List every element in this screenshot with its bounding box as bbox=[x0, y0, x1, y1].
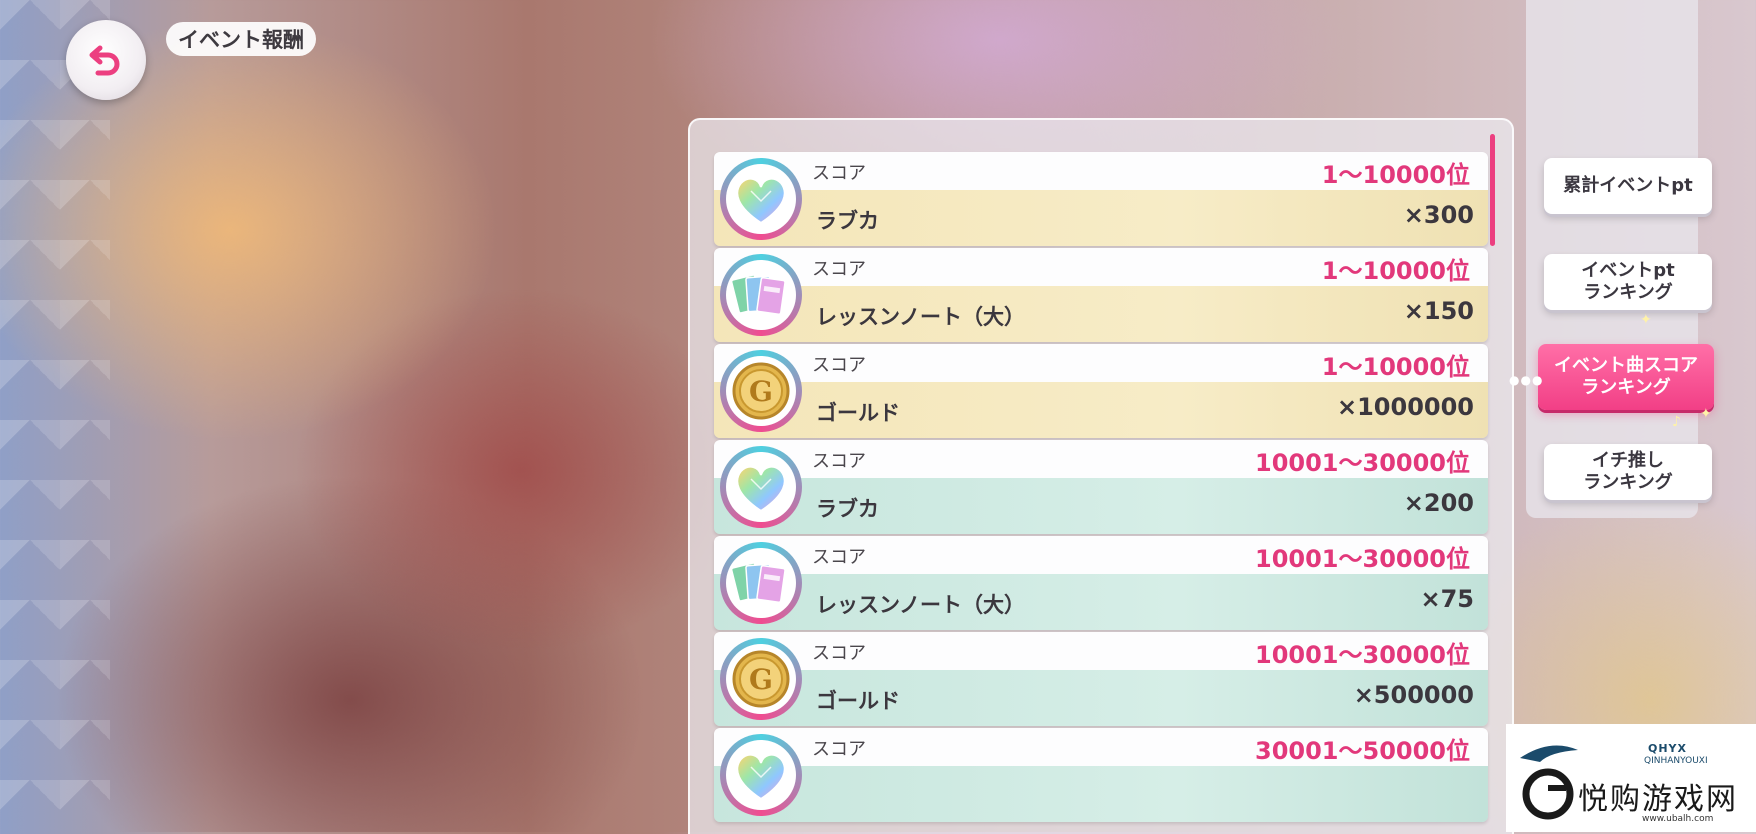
reward-rank-range: 30001～50000位 bbox=[1255, 737, 1470, 765]
reward-item-name: ラブカ bbox=[816, 209, 879, 233]
reward-item-name: レッスンノート（大） bbox=[816, 305, 1025, 329]
svg-text:G: G bbox=[749, 663, 773, 696]
watermark-sub: QINHANYOUXI bbox=[1644, 756, 1708, 766]
sparkle-icon: ✦ bbox=[1640, 312, 1652, 328]
watermark-chinese: 悦购游戏网 bbox=[1578, 782, 1738, 817]
reward-quantity: ×300 bbox=[1403, 201, 1474, 229]
page-title: イベント報酬 bbox=[166, 22, 316, 56]
tab-event-pt-ranking[interactable]: イベントpt ランキング bbox=[1544, 254, 1712, 310]
tab-label: ランキング bbox=[1581, 377, 1671, 398]
back-button[interactable] bbox=[66, 20, 146, 100]
gold-coin-icon: G bbox=[720, 638, 802, 720]
list-scrollbar[interactable] bbox=[1490, 134, 1495, 246]
tab-label: イベントpt bbox=[1581, 260, 1675, 282]
reward-rank-range: 1～10000位 bbox=[1321, 161, 1470, 189]
reward-quantity: ×200 bbox=[1403, 489, 1474, 517]
gold-coin-icon: G bbox=[720, 350, 802, 432]
reward-row[interactable]: G スコア 1～10000位ゴールド ×1000000 bbox=[714, 344, 1488, 438]
tab-label: イチ推し bbox=[1592, 450, 1664, 472]
dragon-logo-icon bbox=[1520, 745, 1578, 820]
tab-oshi-ranking[interactable]: イチ推し ランキング bbox=[1544, 444, 1712, 500]
reward-category: スコア bbox=[812, 739, 866, 760]
reward-row[interactable]: スコア 10001～30000位レッスンノート（大） ×75 bbox=[714, 536, 1488, 630]
reward-quantity: ×150 bbox=[1403, 297, 1474, 325]
tab-label: ランキング bbox=[1583, 282, 1673, 303]
tab-label: ランキング bbox=[1583, 472, 1673, 493]
reward-rank-range: 10001～30000位 bbox=[1255, 641, 1470, 669]
watermark-logo: QHYX QINHANYOUXI 悦购游戏网 www.ubalh.com bbox=[1506, 724, 1756, 832]
tab-cumulative-event-pt[interactable]: 累計イベントpt bbox=[1544, 158, 1712, 214]
lesson-note-icon bbox=[720, 542, 802, 624]
tab-label: イベント曲スコア bbox=[1554, 355, 1698, 377]
reward-item-name: ゴールド bbox=[816, 401, 900, 425]
reward-row[interactable]: スコア 1～10000位ラブカ ×300 bbox=[714, 152, 1488, 246]
tab-label: 累計イベントpt bbox=[1563, 175, 1693, 197]
reward-item-name: ゴールド bbox=[816, 689, 900, 713]
sparkle-icon: ✦ bbox=[1700, 406, 1712, 422]
reward-category: スコア bbox=[812, 355, 866, 376]
active-tab-indicator-icon: ●●● bbox=[1509, 373, 1544, 387]
heart-gem-icon bbox=[720, 446, 802, 528]
reward-rank-range: 1～10000位 bbox=[1321, 257, 1470, 285]
heart-gem-icon bbox=[720, 158, 802, 240]
reward-category: スコア bbox=[812, 163, 866, 184]
watermark-latin: QHYX bbox=[1648, 742, 1688, 755]
reward-quantity: ×1000000 bbox=[1336, 393, 1474, 421]
reward-category: スコア bbox=[812, 547, 866, 568]
back-arrow-icon bbox=[89, 45, 120, 76]
reward-rank-range: 1～10000位 bbox=[1321, 353, 1470, 381]
reward-row[interactable]: スコア 30001～50000位 bbox=[714, 728, 1488, 822]
tab-event-song-score-ranking[interactable]: イベント曲スコア ランキング bbox=[1538, 344, 1714, 410]
reward-category: スコア bbox=[812, 643, 866, 664]
sparkle-icon: ♪ bbox=[1672, 414, 1681, 430]
reward-row[interactable]: スコア 10001～30000位ラブカ ×200 bbox=[714, 440, 1488, 534]
reward-category: スコア bbox=[812, 451, 866, 472]
reward-rank-range: 10001～30000位 bbox=[1255, 545, 1470, 573]
reward-rank-range: 10001～30000位 bbox=[1255, 449, 1470, 477]
background-pattern bbox=[0, 0, 110, 832]
reward-item-name: ラブカ bbox=[816, 497, 879, 521]
lesson-note-icon bbox=[720, 254, 802, 336]
row-item-band bbox=[714, 766, 1488, 822]
reward-quantity: ×75 bbox=[1420, 585, 1474, 613]
reward-row[interactable]: スコア 1～10000位レッスンノート（大） ×150 bbox=[714, 248, 1488, 342]
heart-gem-icon bbox=[720, 734, 802, 816]
svg-text:G: G bbox=[749, 375, 773, 408]
reward-item-name: レッスンノート（大） bbox=[816, 593, 1025, 617]
reward-quantity: ×500000 bbox=[1353, 681, 1474, 709]
reward-list[interactable]: スコア 1～10000位 ラブカ ×300 スコア 1～10000位 レッスンノート（大） ×… bbox=[688, 118, 1514, 834]
watermark-url: www.ubalh.com bbox=[1642, 814, 1714, 824]
reward-category: スコア bbox=[812, 259, 866, 280]
reward-row[interactable]: G スコア 10001～30000位ゴールド ×500000 bbox=[714, 632, 1488, 726]
